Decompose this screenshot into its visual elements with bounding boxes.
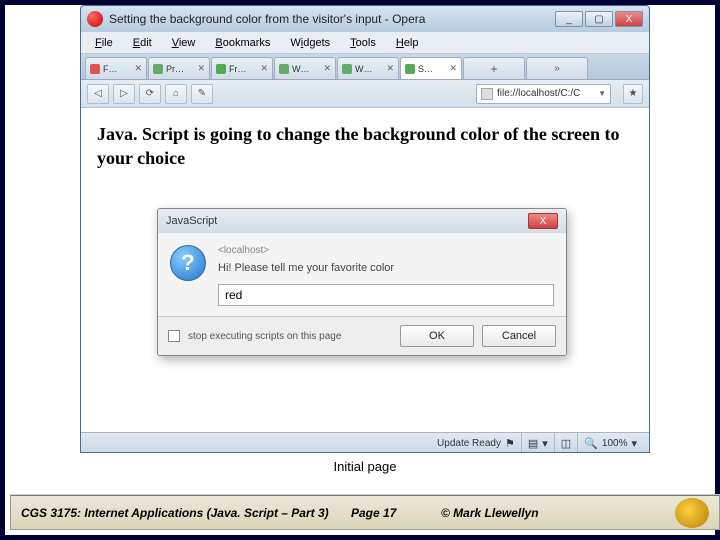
maximize-button[interactable]: ▢ <box>585 11 613 27</box>
tab-overflow-button[interactable]: » <box>526 57 588 79</box>
tab-4[interactable]: W…✕ <box>337 57 399 79</box>
back-button[interactable]: ◁ <box>87 84 109 104</box>
minimize-button[interactable]: _ <box>555 11 583 27</box>
tab-3[interactable]: W…✕ <box>274 57 336 79</box>
dialog-prompt: Hi! Please tell me your favorite color <box>218 262 554 274</box>
ucf-logo <box>675 498 709 528</box>
home-button[interactable]: ⌂ <box>165 84 187 104</box>
slide-footer: CGS 3175: Internet Applications (Java. S… <box>10 494 720 530</box>
status-views[interactable]: ▤ ▾ <box>521 433 554 453</box>
menu-widgets[interactable]: Widgets <box>282 35 338 51</box>
dialog-input[interactable] <box>218 284 554 306</box>
tab-icon <box>405 64 415 74</box>
menu-edit[interactable]: Edit <box>125 35 160 51</box>
new-tab-button[interactable]: + <box>463 57 525 79</box>
update-icon: ⚑ <box>505 437 515 450</box>
question-icon: ? <box>170 245 206 281</box>
tab-icon <box>90 64 100 74</box>
footer-page: Page 17 <box>351 506 441 520</box>
tab-0[interactable]: F…✕ <box>85 57 147 79</box>
tab-close-icon[interactable]: ✕ <box>449 63 457 74</box>
tab-icon <box>279 64 289 74</box>
reload-button[interactable]: ⟳ <box>139 84 161 104</box>
menu-view[interactable]: View <box>164 35 204 51</box>
js-prompt-dialog: JavaScript X ? <localhost> Hi! Please te… <box>157 208 567 356</box>
chevron-down-icon[interactable]: ▼ <box>598 89 606 98</box>
wand-button[interactable]: ✎ <box>191 84 213 104</box>
stop-scripts-label: stop executing scripts on this page <box>188 331 392 342</box>
address-text: file://localhost/C:/C <box>497 88 580 99</box>
window-title: Setting the background color from the vi… <box>109 12 555 26</box>
menu-bookmarks[interactable]: Bookmarks <box>207 35 278 51</box>
status-zoom[interactable]: 🔍 100% ▾ <box>577 433 643 453</box>
tab-close-icon[interactable]: ✕ <box>386 63 394 74</box>
page-heading: Java. Script is going to change the back… <box>97 122 633 171</box>
tab-icon <box>216 64 226 74</box>
menubar: File Edit View Bookmarks Widgets Tools H… <box>81 32 649 54</box>
cancel-button[interactable]: Cancel <box>482 325 556 347</box>
dialog-title-text: JavaScript <box>166 215 217 227</box>
chevron-down-icon: ▾ <box>542 437 548 450</box>
tab-close-icon[interactable]: ✕ <box>197 63 205 74</box>
dialog-close-button[interactable]: X <box>528 213 558 229</box>
screenshot-caption: Initial page <box>80 459 650 474</box>
zoom-value: 100% <box>602 438 628 449</box>
zoom-icon: 🔍 <box>584 437 598 450</box>
tab-icon <box>342 64 352 74</box>
opera-icon <box>87 11 103 27</box>
ok-button[interactable]: OK <box>400 325 474 347</box>
footer-copyright: © Mark Llewellyn <box>441 506 675 520</box>
tab-icon <box>153 64 163 74</box>
status-update[interactable]: Update Ready ⚑ <box>431 433 521 453</box>
statusbar: Update Ready ⚑ ▤ ▾ ◫ 🔍 100% ▾ <box>81 432 649 453</box>
footer-course: CGS 3175: Internet Applications (Java. S… <box>21 506 351 520</box>
titlebar: Setting the background color from the vi… <box>81 6 649 32</box>
tabbar: F…✕ Pr…✕ Fr…✕ W…✕ W…✕ S…✕ + » <box>81 54 649 80</box>
menu-file[interactable]: File <box>87 35 121 51</box>
dialog-titlebar: JavaScript X <box>158 209 566 233</box>
menu-tools[interactable]: Tools <box>342 35 384 51</box>
close-button[interactable]: X <box>615 11 643 27</box>
page-content: Java. Script is going to change the back… <box>81 108 649 432</box>
chevron-down-icon: ▾ <box>631 437 637 450</box>
tab-close-icon[interactable]: ✕ <box>260 63 268 74</box>
page-icon <box>481 88 493 100</box>
dialog-host: <localhost> <box>218 245 554 256</box>
status-fit[interactable]: ◫ <box>554 433 577 453</box>
tab-close-icon[interactable]: ✕ <box>134 63 142 74</box>
tab-5[interactable]: S…✕ <box>400 57 462 79</box>
menu-help[interactable]: Help <box>388 35 427 51</box>
toolbar: ◁ ▷ ⟳ ⌂ ✎ file://localhost/C:/C ▼ ★ <box>81 80 649 108</box>
address-bar[interactable]: file://localhost/C:/C ▼ <box>476 84 611 104</box>
tab-close-icon[interactable]: ✕ <box>323 63 331 74</box>
stop-scripts-checkbox[interactable] <box>168 330 180 342</box>
tab-2[interactable]: Fr…✕ <box>211 57 273 79</box>
forward-button[interactable]: ▷ <box>113 84 135 104</box>
tab-1[interactable]: Pr…✕ <box>148 57 210 79</box>
bookmark-star-button[interactable]: ★ <box>623 84 643 104</box>
browser-window: Setting the background color from the vi… <box>80 5 650 453</box>
